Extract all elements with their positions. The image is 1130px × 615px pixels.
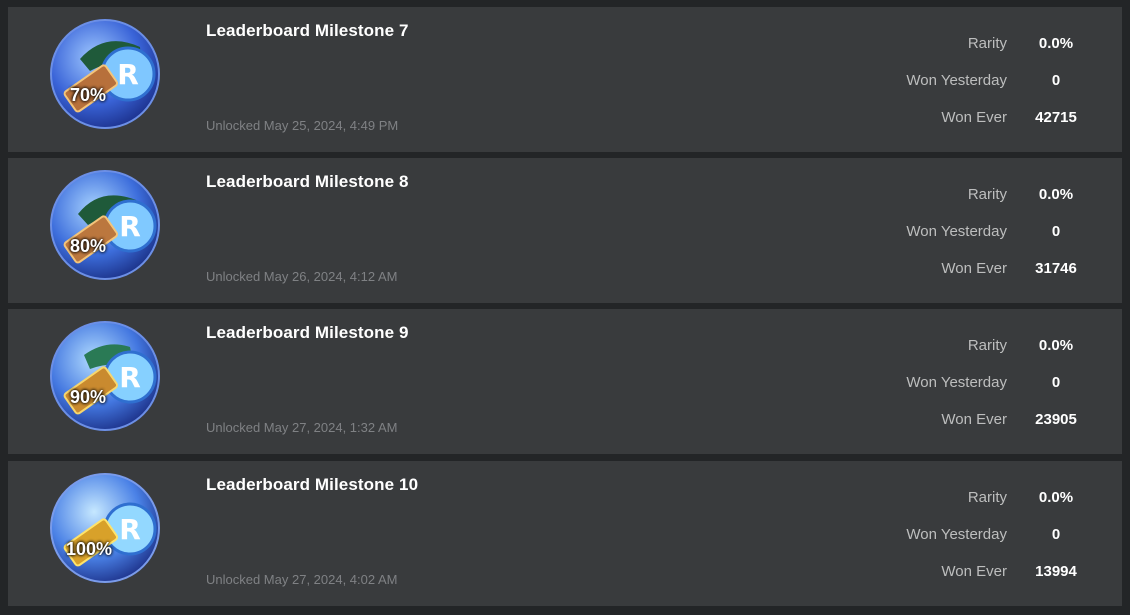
rarity-value: 0.0% — [1038, 35, 1074, 52]
badge-title[interactable]: Leaderboard Milestone 10 — [206, 475, 418, 495]
won-yesterday-value: 0 — [1051, 72, 1061, 89]
rarity-value: 0.0% — [1038, 337, 1074, 354]
won-ever-label: Won Ever — [941, 563, 1007, 580]
won-yesterday-value: 0 — [1051, 223, 1061, 240]
badge-percent: 70% — [70, 85, 107, 105]
won-ever-value: 13994 — [1035, 563, 1077, 580]
milestone-badge-icon[interactable]: R 100% — [50, 473, 160, 583]
won-yesterday-value: 0 — [1051, 374, 1061, 391]
won-ever-value: 42715 — [1035, 109, 1077, 126]
won-yesterday-label: Won Yesterday — [906, 374, 1007, 391]
won-ever-value: 23905 — [1035, 411, 1077, 428]
badge-title[interactable]: Leaderboard Milestone 9 — [206, 323, 409, 343]
rarity-label: Rarity — [967, 337, 1007, 354]
unlocked-date: Unlocked May 25, 2024, 4:49 PM — [206, 118, 399, 133]
won-ever-value: 31746 — [1035, 260, 1077, 277]
svg-text:R: R — [117, 58, 139, 91]
badge-card[interactable]: R 80% Leaderboard Milestone 8 Unlocked M… — [8, 158, 1122, 303]
unlocked-date: Unlocked May 27, 2024, 4:02 AM — [206, 572, 398, 587]
rarity-label: Rarity — [967, 35, 1007, 52]
svg-text:R: R — [119, 361, 141, 394]
svg-text:R: R — [119, 210, 141, 243]
badge-title[interactable]: Leaderboard Milestone 8 — [206, 172, 409, 192]
won-ever-label: Won Ever — [941, 109, 1007, 126]
rarity-label: Rarity — [967, 489, 1007, 506]
won-yesterday-label: Won Yesterday — [906, 526, 1007, 543]
badge-card[interactable]: R 90% Leaderboard Milestone 9 Unlocked M… — [8, 309, 1122, 454]
milestone-badge-icon[interactable]: R 80% — [50, 170, 160, 280]
badge-percent: 100% — [66, 539, 113, 559]
rarity-value: 0.0% — [1038, 489, 1074, 506]
milestone-badge-icon[interactable]: R 90% — [50, 321, 160, 431]
milestone-badge-icon[interactable]: R 70% — [50, 19, 160, 129]
badge-title[interactable]: Leaderboard Milestone 7 — [206, 21, 409, 41]
rarity-value: 0.0% — [1038, 186, 1074, 203]
won-yesterday-label: Won Yesterday — [906, 72, 1007, 89]
badge-card[interactable]: R 70% Leaderboard Milestone 7 Unlocked M… — [8, 7, 1122, 152]
badge-percent: 90% — [70, 387, 107, 407]
svg-text:R: R — [119, 513, 141, 546]
won-ever-label: Won Ever — [941, 411, 1007, 428]
rarity-label: Rarity — [967, 186, 1007, 203]
unlocked-date: Unlocked May 26, 2024, 4:12 AM — [206, 269, 398, 284]
won-yesterday-value: 0 — [1051, 526, 1061, 543]
won-yesterday-label: Won Yesterday — [906, 223, 1007, 240]
badge-card[interactable]: R 100% Leaderboard Milestone 10 Unlocked… — [8, 461, 1122, 606]
unlocked-date: Unlocked May 27, 2024, 1:32 AM — [206, 420, 398, 435]
badge-percent: 80% — [70, 236, 107, 256]
won-ever-label: Won Ever — [941, 260, 1007, 277]
badge-list: R 70% Leaderboard Milestone 7 Unlocked M… — [0, 0, 1130, 615]
